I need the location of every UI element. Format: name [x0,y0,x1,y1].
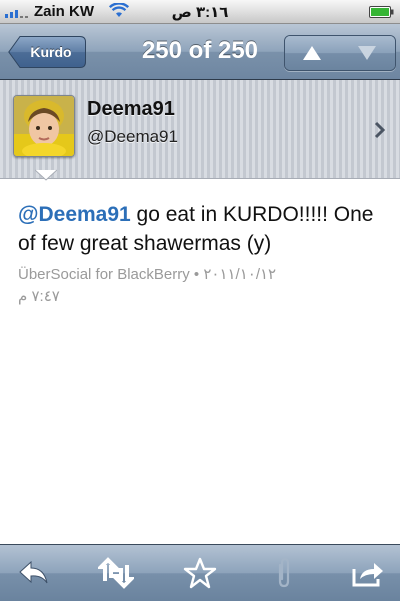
page-title: 250 of 250 [141,37,259,64]
chevron-right-icon [374,121,386,139]
attach-paperclip-icon [278,557,290,588]
retweet-button[interactable] [98,557,134,589]
header-pointer [35,169,57,181]
back-button[interactable]: Kurdo [8,36,86,68]
username: @Deema91 [87,127,178,146]
share-button[interactable] [350,557,386,589]
attach-button[interactable] [266,557,302,589]
bottom-toolbar [0,544,400,601]
back-button-label: Kurdo [30,44,72,60]
favorite-star-icon [183,557,217,589]
tweet-text: @Deema91 go eat in KURDO!!!!! One of few… [18,200,388,258]
reply-icon [19,560,48,584]
up-arrow-icon [303,46,321,60]
tweet-source[interactable]: ÜberSocial for BlackBerry [18,266,190,283]
profile-header[interactable]: Deema91 @Deema91 [0,80,400,179]
navigation-bar: Kurdo 250 of 250 [0,24,400,80]
next-tweet-button[interactable] [340,36,395,70]
battery-icon [369,6,394,18]
wifi-icon [109,3,129,17]
share-icon [352,563,383,587]
tweet-meta: ÜberSocial for BlackBerry • ٢٠١١/١٠/١٢ ٧:… [18,264,368,308]
carrier-name: Zain KW [34,3,94,20]
tweet-time: ٧:٤٧ م [18,288,60,305]
mention-link[interactable]: @Deema91 [18,203,131,226]
display-name: Deema91 [87,98,175,120]
favorite-button[interactable] [182,557,218,589]
meta-separator: • [189,266,204,283]
previous-tweet-button[interactable] [285,36,341,70]
reply-button[interactable] [16,557,52,589]
down-arrow-icon [358,46,376,60]
status-clock: ٣:١٦ ص [171,4,229,21]
retweet-icon [98,557,134,589]
tweet-date: ٢٠١١/١٠/١٢ [203,266,277,283]
signal-bars-icon [5,10,28,18]
avatar-image [14,96,74,156]
prev-next-control [284,35,396,71]
avatar[interactable] [13,95,75,157]
status-bar: Zain KW ٣:١٦ ص [0,0,400,24]
